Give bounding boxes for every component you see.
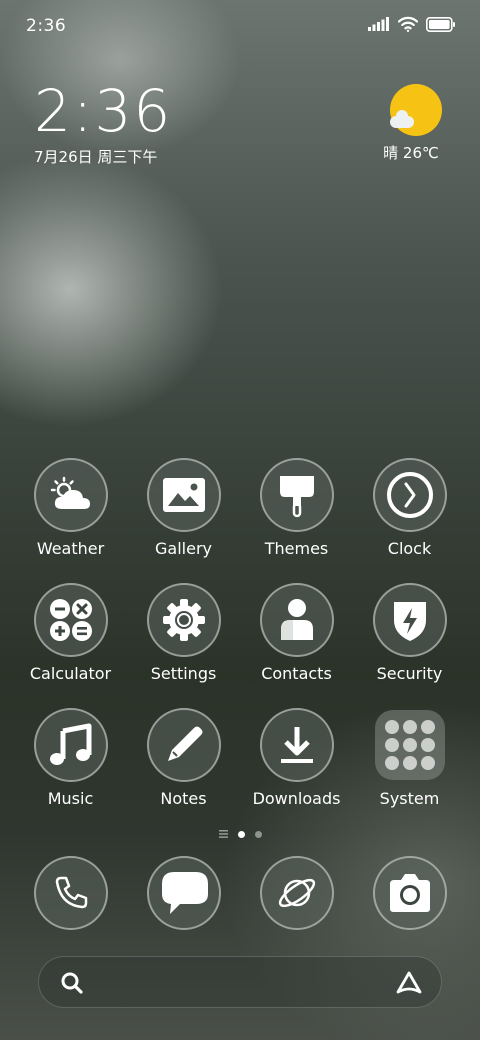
phone-icon: [55, 876, 87, 909]
sunny-weather-icon: [390, 84, 442, 136]
dock-camera[interactable]: [353, 856, 466, 930]
app-contacts[interactable]: Contacts: [240, 583, 353, 683]
app-label-settings: Settings: [150, 664, 217, 683]
downloads-icon: [280, 727, 313, 763]
clock-icon: [386, 472, 433, 518]
app-themes[interactable]: Themes: [240, 458, 353, 558]
app-label-music: Music: [47, 789, 94, 808]
app-gallery[interactable]: Gallery: [127, 458, 240, 558]
search-bar[interactable]: [38, 956, 442, 1008]
system-folder-icon: [374, 710, 445, 780]
app-label-themes: Themes: [264, 539, 329, 558]
app-label-contacts: Contacts: [261, 664, 332, 683]
dock-browser[interactable]: [240, 856, 353, 930]
menu-lines-icon: [218, 830, 228, 838]
signal-icon: [368, 17, 389, 31]
clock-widget[interactable]: 2:36 7月26日 周三下午: [34, 80, 172, 167]
messages-icon: [161, 872, 208, 914]
app-weather[interactable]: Weather: [14, 458, 127, 558]
calculator-icon: [49, 599, 92, 641]
app-clock[interactable]: Clock: [353, 458, 466, 558]
weather-widget[interactable]: 晴 26℃: [383, 84, 446, 163]
clock-time: 2:36: [34, 77, 173, 145]
app-label-security: Security: [376, 664, 443, 683]
app-notes[interactable]: Notes: [127, 708, 240, 808]
security-icon: [393, 602, 426, 641]
app-label-system: System: [379, 789, 440, 808]
gallery-icon: [162, 478, 205, 512]
themes-icon: [279, 476, 314, 518]
assistant-icon[interactable]: [395, 970, 423, 996]
battery-icon: [426, 16, 455, 32]
dock: [14, 856, 466, 930]
app-grid: Weather Gallery Themes Clock Calculator …: [14, 458, 466, 808]
settings-icon: [162, 599, 205, 641]
notes-icon: [167, 726, 202, 761]
app-settings[interactable]: Settings: [127, 583, 240, 683]
status-bar: 2:36: [0, 0, 480, 50]
app-music[interactable]: Music: [14, 708, 127, 808]
app-label-weather: Weather: [36, 539, 105, 558]
dock-messages[interactable]: [127, 856, 240, 930]
app-label-clock: Clock: [387, 539, 432, 558]
app-label-calculator: Calculator: [29, 664, 112, 683]
browser-icon: [278, 878, 315, 908]
dock-phone[interactable]: [14, 856, 127, 930]
search-icon: [61, 972, 83, 994]
camera-icon: [389, 874, 430, 912]
status-time: 2:36: [26, 16, 67, 36]
weather-summary: 晴 26℃: [383, 144, 439, 162]
app-system-folder[interactable]: System: [353, 708, 466, 808]
page-dot-2[interactable]: [254, 830, 262, 838]
app-downloads[interactable]: Downloads: [240, 708, 353, 808]
status-icons: [368, 16, 456, 32]
app-label-notes: Notes: [160, 789, 207, 808]
page-dot-1[interactable]: [237, 830, 245, 838]
clock-date: 7月26日 周三下午: [34, 148, 158, 166]
music-icon: [49, 723, 91, 765]
app-calculator[interactable]: Calculator: [14, 583, 127, 683]
contacts-icon: [280, 599, 313, 640]
weather-icon: [50, 476, 90, 509]
app-label-gallery: Gallery: [155, 539, 212, 558]
wifi-icon: [398, 16, 418, 32]
app-security[interactable]: Security: [353, 583, 466, 683]
app-label-downloads: Downloads: [252, 789, 341, 808]
page-indicator: [0, 830, 480, 838]
